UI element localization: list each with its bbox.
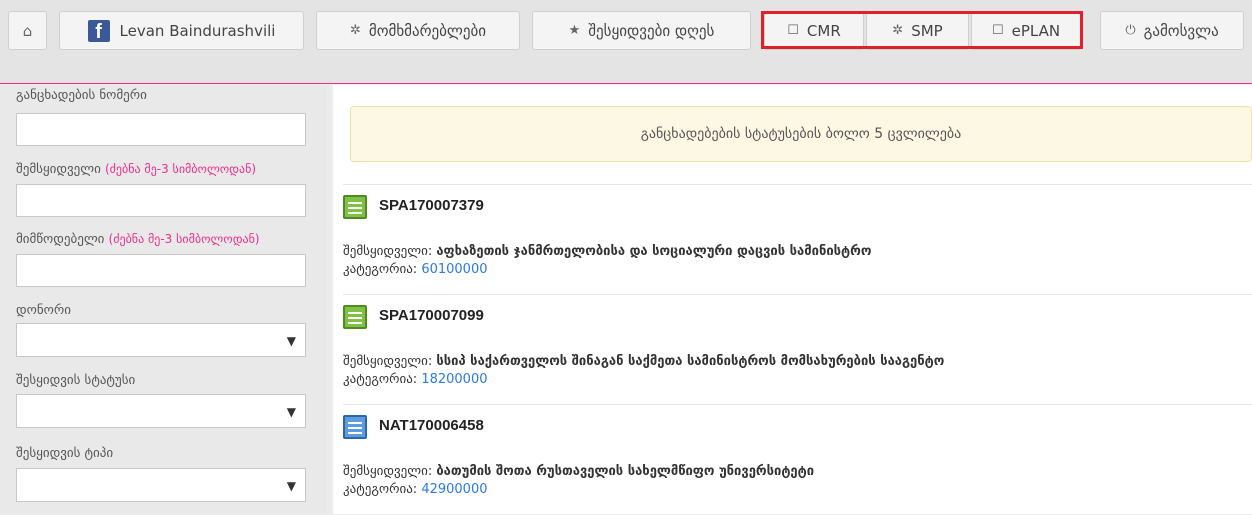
blue-document-icon: [343, 415, 367, 439]
banner-text: განცხადებების სტატუსების ბოლო 5 ცვლილება: [640, 126, 962, 142]
item-category-label: კატეგორია:: [343, 372, 418, 387]
buyer-input[interactable]: [16, 184, 306, 217]
facebook-icon: f: [87, 19, 110, 43]
green-document-icon: [343, 305, 367, 329]
buyer-label-text: შემსყიდველი: [16, 162, 101, 177]
gear-icon: ✲: [349, 23, 361, 38]
item-buyer: შემსყიდველი: სსიპ საქართველოს შინაგან სა…: [343, 354, 944, 369]
buyer-hint: (ძებნა მე-3 სიმბოლოდან): [104, 162, 257, 176]
list-item: SPA170007099 შემსყიდველი: სსიპ საქართველ…: [343, 294, 1252, 405]
supplier-label: მიმწოდებელი (ძებნა მე-3 სიმბოლოდან): [16, 232, 260, 247]
type-select[interactable]: ▼: [16, 468, 306, 502]
main-content: განცხადებების სტატუსების ბოლო 5 ცვლილება…: [333, 85, 1252, 514]
status-changes-banner: განცხადებების სტატუსების ბოლო 5 ცვლილება: [350, 106, 1252, 162]
app-number-label: განცხადების ნომერი: [16, 88, 147, 103]
item-buyer: შემსყიდველი: აფხაზეთის ჯანმრთელობისა და …: [343, 244, 871, 259]
top-navbar: ⌂ f Levan Baindurashvili ✲ მომხმარებლები…: [0, 0, 1252, 84]
green-document-icon: [343, 195, 367, 219]
list-item: SPA170007379 შემსყიდველი: აფხაზეთის ჯანმ…: [343, 184, 1252, 295]
item-buyer-name: სსიპ საქართველოს შინაგან საქმეთა სამინის…: [436, 354, 945, 369]
status-select[interactable]: ▼: [16, 394, 306, 428]
donor-label: დონორი: [16, 303, 71, 318]
supplier-input[interactable]: [16, 254, 306, 287]
item-category: კატეგორია: 42900000: [343, 482, 488, 497]
item-code[interactable]: SPA170007379: [379, 197, 484, 214]
item-category-label: კატეგორია:: [343, 482, 418, 497]
chevron-down-icon: ▼: [286, 405, 296, 419]
buyer-label: შემსყიდველი (ძებნა მე-3 სიმბოლოდან): [16, 162, 256, 177]
app-number-input[interactable]: [16, 113, 306, 146]
chevron-down-icon: ▼: [286, 479, 296, 493]
supplier-label-text: მიმწოდებელი: [16, 232, 105, 247]
highlight-box: [761, 11, 1083, 49]
user-profile-button[interactable]: f Levan Baindurashvili: [59, 11, 304, 50]
item-category: კატეგორია: 60100000: [343, 262, 488, 277]
item-buyer: შემსყიდველი: ბათუმის შოთა რუსთაველის სახ…: [343, 464, 814, 479]
item-code[interactable]: SPA170007099: [379, 307, 484, 324]
home-button[interactable]: ⌂: [8, 11, 47, 50]
item-buyer-name: ბათუმის შოთა რუსთაველის სახელმწიფო უნივე…: [436, 464, 815, 479]
chevron-down-icon: ▼: [286, 334, 296, 348]
donor-select[interactable]: ▼: [16, 323, 306, 357]
favorites-button[interactable]: ★ შესყიდვები დღეს: [532, 11, 751, 50]
user-name: Levan Baindurashvili: [119, 21, 276, 40]
category-link[interactable]: 60100000: [421, 262, 487, 277]
filter-sidebar: განცხადების ნომერი შემსყიდველი (ძებნა მე…: [0, 85, 327, 514]
logout-label: გამოსვლა: [1143, 21, 1219, 40]
favorites-label: შესყიდვები დღეს: [588, 21, 715, 40]
home-icon: ⌂: [22, 21, 33, 40]
item-buyer-label: შემსყიდველი:: [343, 244, 433, 259]
supplier-hint: (ძებნა მე-3 სიმბოლოდან): [108, 232, 260, 246]
status-label: შესყიდვის სტატუსი: [16, 373, 136, 388]
power-icon: ⏻: [1125, 23, 1136, 38]
logout-button[interactable]: ⏻ გამოსვლა: [1100, 11, 1244, 50]
users-button[interactable]: ✲ მომხმარებლები: [316, 11, 520, 50]
item-category-label: კატეგორია:: [343, 262, 418, 277]
category-link[interactable]: 42900000: [421, 482, 487, 497]
star-icon: ★: [568, 23, 581, 38]
item-buyer-label: შემსყიდველი:: [343, 464, 433, 479]
item-category: კატეგორია: 18200000: [343, 372, 488, 387]
item-buyer-label: შემსყიდველი:: [343, 354, 433, 369]
item-buyer-name: აფხაზეთის ჯანმრთელობისა და სოციალური დაც…: [436, 244, 872, 259]
list-item: NAT170006458 შემსყიდველი: ბათუმის შოთა რ…: [343, 404, 1252, 515]
category-link[interactable]: 18200000: [421, 372, 487, 387]
type-label: შესყიდვის ტიპი: [16, 446, 114, 461]
users-label: მომხმარებლები: [368, 21, 487, 40]
item-code[interactable]: NAT170006458: [379, 417, 484, 434]
